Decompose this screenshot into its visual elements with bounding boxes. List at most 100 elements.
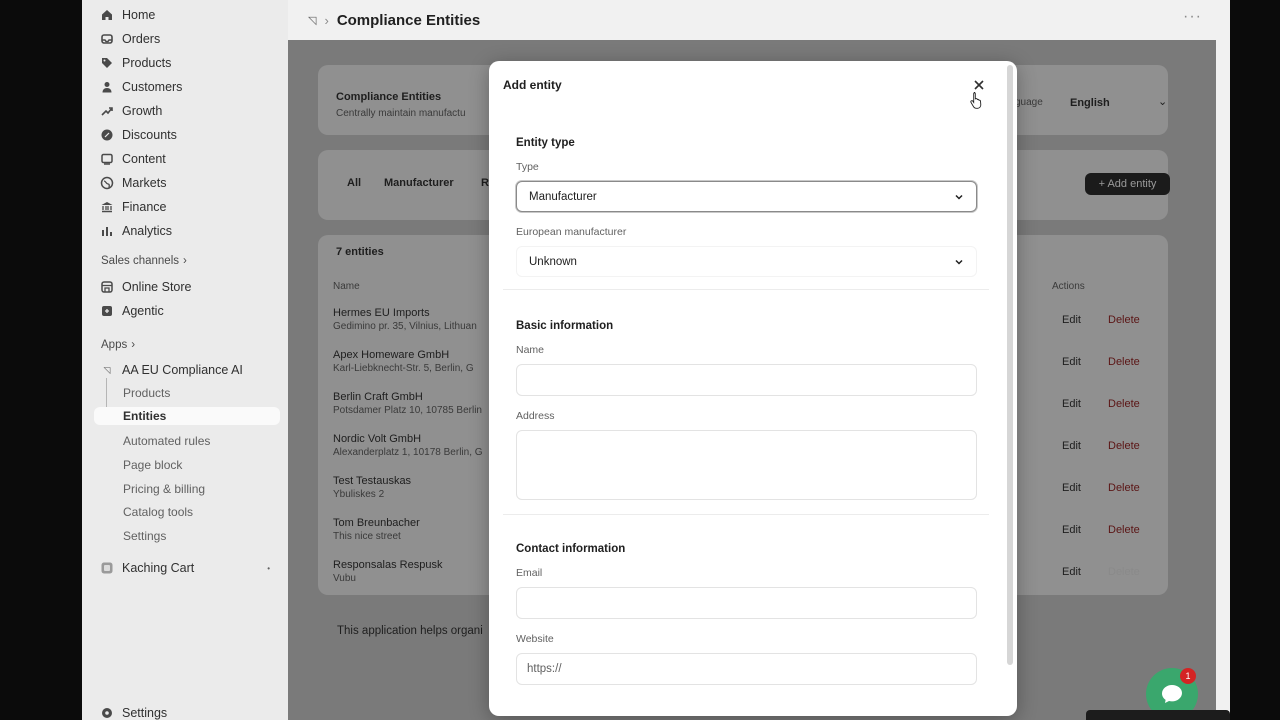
breadcrumb-separator: › xyxy=(324,12,329,28)
sidebar-item-analytics[interactable]: Analytics xyxy=(100,221,172,241)
sidebar-item-agentic[interactable]: Agentic xyxy=(100,301,164,321)
sidebar-subitem-automated-rules[interactable]: Automated rules xyxy=(123,432,210,450)
tab-all[interactable]: All xyxy=(347,177,361,189)
language-select[interactable]: English xyxy=(1070,97,1110,109)
orders-icon xyxy=(101,34,113,44)
chevron-down-icon xyxy=(955,259,963,265)
notification-badge: 1 xyxy=(1180,668,1196,684)
sidebar-item-label: Analytics xyxy=(122,224,173,238)
sidebar-item-discounts[interactable]: Discounts xyxy=(100,125,177,145)
section-divider xyxy=(503,514,989,515)
sidebar-item-label: Online Store xyxy=(122,280,192,294)
sidebar-subitem-products[interactable]: Products xyxy=(123,384,170,402)
col-name-header: Name xyxy=(333,281,360,292)
sidebar-item-customers[interactable]: Customers xyxy=(100,77,182,97)
add-entity-modal: Add entity Entity type Type Manufacturer… xyxy=(489,61,1017,716)
row-name: Responsalas Respusk xyxy=(333,559,443,571)
close-icon xyxy=(974,80,984,90)
delete-link-disabled: Delete xyxy=(1108,566,1140,578)
email-input[interactable] xyxy=(516,587,977,619)
european-manufacturer-select[interactable]: Unknown xyxy=(516,246,977,277)
sidebar-item-orders[interactable]: Orders xyxy=(100,29,160,49)
sidebar-item-markets[interactable]: Markets xyxy=(100,173,166,193)
edit-link[interactable]: Edit xyxy=(1062,356,1081,368)
apps-link[interactable]: Apps › xyxy=(101,339,135,351)
add-entity-button[interactable]: + Add entity xyxy=(1085,173,1170,195)
name-input[interactable] xyxy=(516,364,977,396)
edit-link[interactable]: Edit xyxy=(1062,314,1081,326)
hand-cursor-icon xyxy=(970,92,982,109)
sidebar-item-label: Home xyxy=(122,8,156,22)
sidebar-item-label: Settings xyxy=(122,706,168,720)
delete-link[interactable]: Delete xyxy=(1108,440,1140,452)
app-logo-icon: ◹ xyxy=(103,364,111,375)
sales-channels-label: Sales channels xyxy=(101,255,179,267)
bar-chart-icon xyxy=(102,227,112,236)
delete-link[interactable]: Delete xyxy=(1108,482,1140,494)
row-address: Potsdamer Platz 10, 10785 Berlin xyxy=(333,405,482,416)
bank-icon xyxy=(101,202,113,213)
sidebar-item-label: AA EU Compliance AI xyxy=(122,363,243,377)
kaching-app-icon xyxy=(101,562,113,574)
basic-information-heading: Basic information xyxy=(516,320,614,332)
row-address: This nice street xyxy=(333,531,401,542)
sidebar-subitem-pricing-billing[interactable]: Pricing & billing xyxy=(123,480,205,498)
app-logo-icon: ◹ xyxy=(308,14,317,27)
email-label: Email xyxy=(516,567,543,579)
row-name: Nordic Volt GmbH xyxy=(333,433,422,445)
sidebar-item-label: Finance xyxy=(122,200,167,214)
card-subtitle: Centrally maintain manufactu xyxy=(336,108,466,119)
tab-manufacturer[interactable]: Manufacturer xyxy=(384,177,454,189)
content-icon xyxy=(101,153,113,165)
sidebar-item-growth[interactable]: Growth xyxy=(100,101,162,121)
sales-channels-link[interactable]: Sales channels › xyxy=(101,255,187,267)
tag-icon xyxy=(102,58,112,68)
edit-link[interactable]: Edit xyxy=(1062,566,1081,578)
sidebar-subitem-entities[interactable]: Entities xyxy=(94,407,280,425)
entity-type-heading: Entity type xyxy=(516,137,575,149)
edit-link[interactable]: Edit xyxy=(1062,482,1081,494)
status-pill xyxy=(1086,710,1230,720)
edit-link[interactable]: Edit xyxy=(1062,524,1081,536)
section-divider xyxy=(503,289,989,290)
row-name: Hermes EU Imports xyxy=(333,307,430,319)
sidebar-item-label: Discounts xyxy=(122,128,177,142)
modal-scrollbar[interactable] xyxy=(1007,65,1013,665)
sidebar-item-label: Orders xyxy=(122,32,161,46)
top-bar: ◹ › Compliance Entities ··· xyxy=(288,0,1230,40)
sidebar-subitem-settings[interactable]: Settings xyxy=(123,527,166,545)
row-address: Gedimino pr. 35, Vilnius, Lithuan xyxy=(333,321,477,332)
sidebar-item-app[interactable]: ◹ AA EU Compliance AI xyxy=(100,360,243,380)
delete-link[interactable]: Delete xyxy=(1108,524,1140,536)
sidebar-item-settings[interactable]: Settings xyxy=(100,703,167,720)
european-manufacturer-value: Unknown xyxy=(529,255,577,268)
sidebar-subitem-page-block[interactable]: Page block xyxy=(123,456,182,474)
edit-link[interactable]: Edit xyxy=(1062,398,1081,410)
website-input[interactable]: https:// xyxy=(516,653,977,685)
sidebar-item-label: Products xyxy=(122,56,172,70)
sidebar-item-home[interactable]: Home xyxy=(100,5,155,25)
sidebar-item-label: Agentic xyxy=(122,304,164,318)
page-title: Compliance Entities xyxy=(336,11,481,29)
more-actions-icon[interactable]: ··· xyxy=(1183,8,1202,26)
sidebar-item-online-store[interactable]: Online Store xyxy=(100,277,191,297)
address-textarea[interactable] xyxy=(516,430,977,500)
sidebar-item-content[interactable]: Content xyxy=(100,149,166,169)
sidebar-subitem-catalog-tools[interactable]: Catalog tools xyxy=(123,503,193,521)
sidebar-item-finance[interactable]: Finance xyxy=(100,197,166,217)
delete-link[interactable]: Delete xyxy=(1108,398,1140,410)
edit-link[interactable]: Edit xyxy=(1062,440,1081,452)
website-label: Website xyxy=(516,633,554,645)
type-select[interactable]: Manufacturer xyxy=(516,181,977,212)
row-name: Test Testauskas xyxy=(333,475,412,487)
row-name: Apex Homeware GmbH xyxy=(333,349,450,361)
sidebar-item-label: Kaching Cart xyxy=(122,561,195,575)
delete-link[interactable]: Delete xyxy=(1108,314,1140,326)
sidebar-item-kaching-cart[interactable]: Kaching Cart • xyxy=(100,558,270,578)
gear-icon xyxy=(102,708,112,718)
tab-r[interactable]: R xyxy=(481,177,489,189)
sidebar-item-products[interactable]: Products xyxy=(100,53,171,73)
delete-link[interactable]: Delete xyxy=(1108,356,1140,368)
row-address: Vubu xyxy=(333,573,356,584)
row-name: Tom Breunbacher xyxy=(333,517,420,529)
